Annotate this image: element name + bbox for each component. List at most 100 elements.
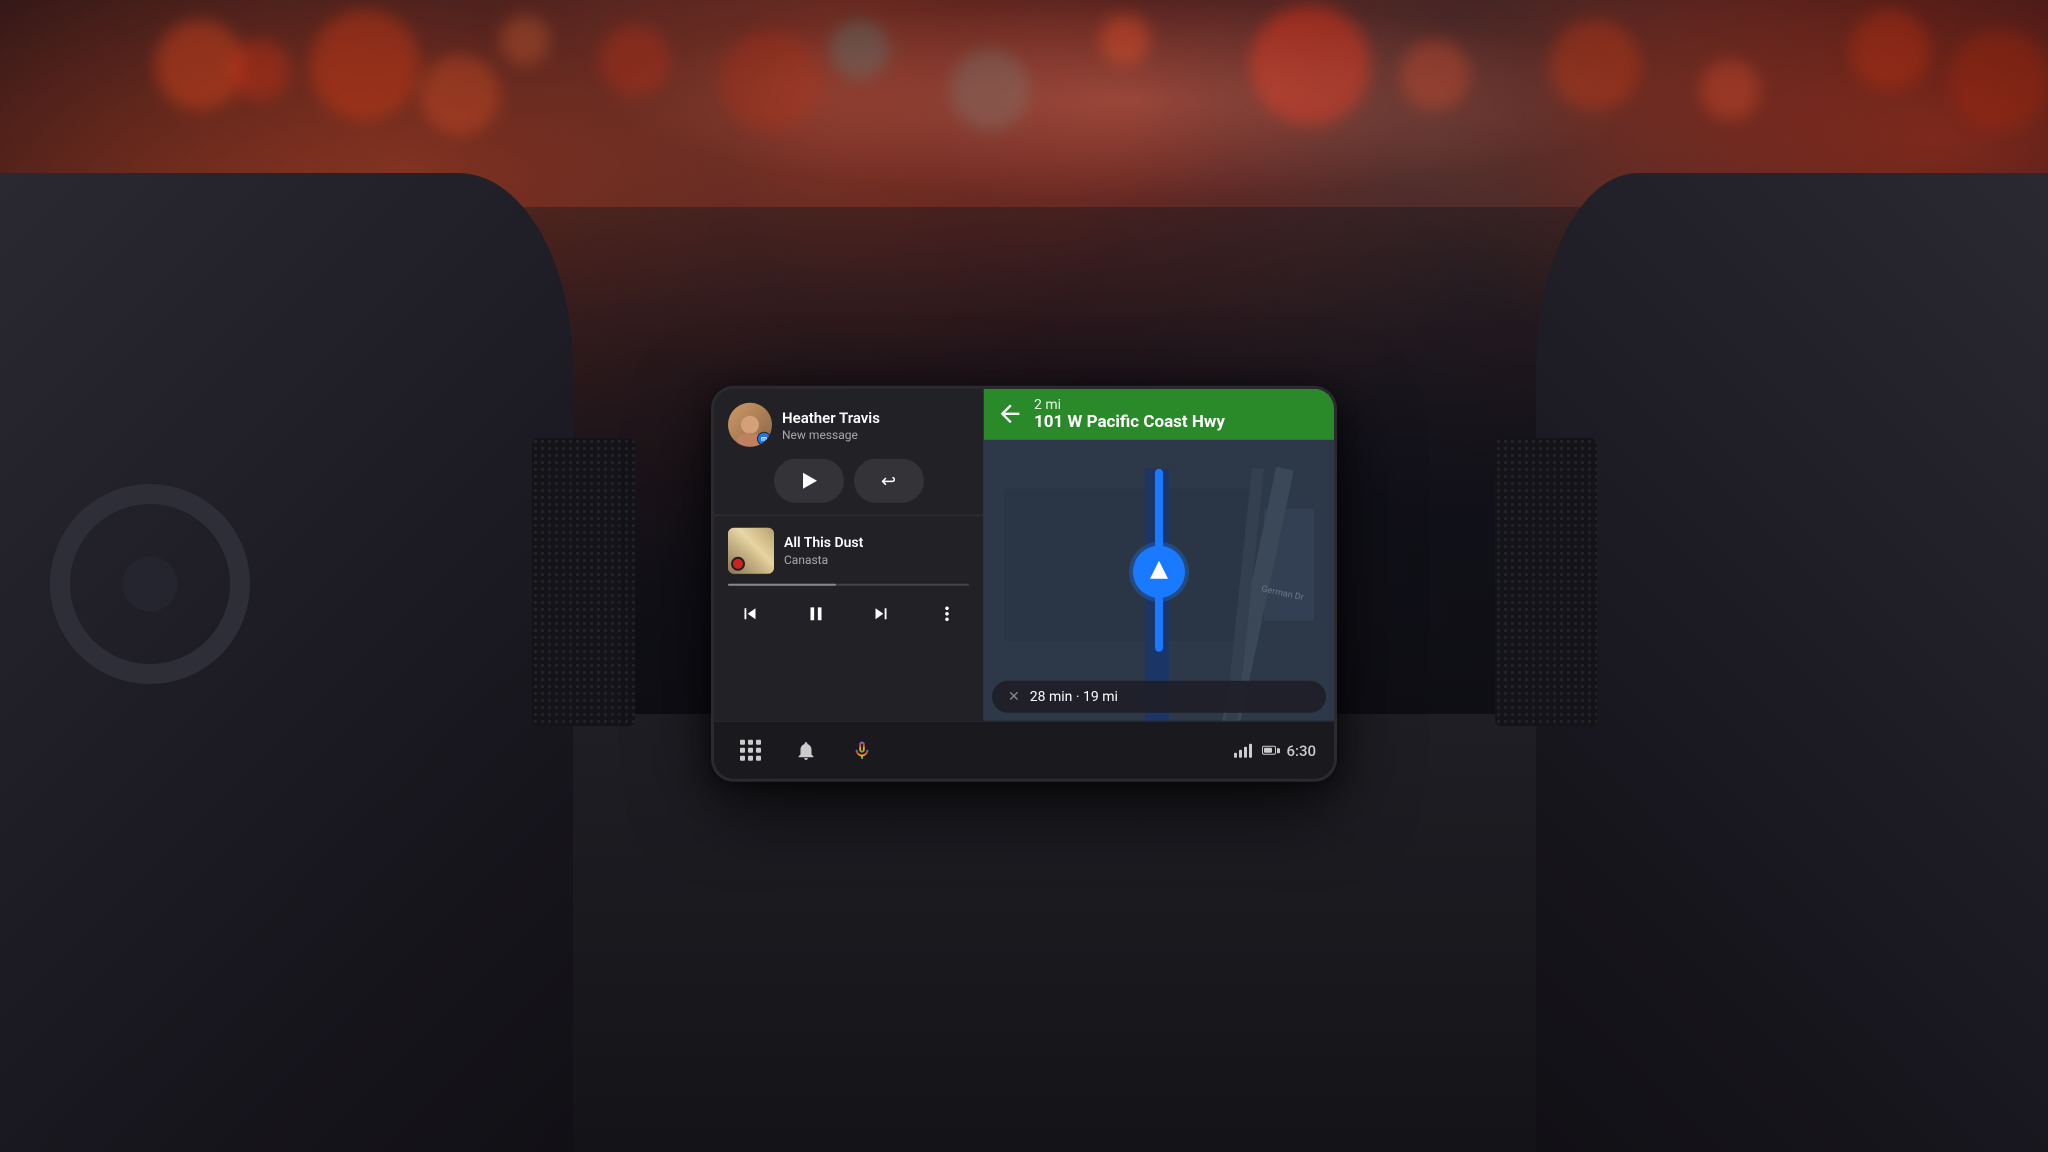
bokeh-16	[1950, 30, 2048, 130]
message-card: Heather Travis New message ↩	[714, 389, 983, 516]
skip-next-button[interactable]	[863, 596, 899, 632]
messenger-badge	[757, 432, 771, 446]
bokeh-7	[720, 30, 820, 130]
artist-name: Canasta	[784, 553, 969, 567]
taskbar-right: 6:30	[1234, 741, 1316, 759]
music-card: All This Dust Canasta	[714, 516, 983, 721]
reply-message-button[interactable]: ↩	[854, 459, 924, 503]
eta-distance: 19 mi	[1083, 689, 1118, 705]
bokeh-6	[600, 25, 670, 95]
notifications-button[interactable]	[788, 732, 824, 768]
eta-separator: ·	[1076, 689, 1083, 705]
more-options-icon	[936, 603, 958, 625]
android-auto-screen: Heather Travis New message ↩	[714, 389, 1334, 779]
bokeh-4	[420, 55, 500, 135]
skip-prev-button[interactable]	[732, 596, 768, 632]
eta-text: 28 min · 19 mi	[1030, 689, 1118, 705]
battery-fill	[1264, 748, 1272, 753]
speaker-dots-left	[532, 438, 634, 726]
signal-bar-2	[1239, 749, 1242, 757]
reply-icon: ↩	[881, 470, 896, 491]
contact-info: Heather Travis New message	[782, 408, 969, 441]
left-panel: Heather Travis New message ↩	[714, 389, 984, 721]
play-icon	[803, 473, 817, 489]
speaker-dots-right	[1495, 438, 1597, 726]
grid-dot	[740, 756, 745, 761]
screen-content: Heather Travis New message ↩	[714, 389, 1334, 779]
bokeh-14	[1700, 60, 1760, 120]
signal-bar-3	[1244, 746, 1247, 757]
left-interior	[0, 173, 573, 1152]
music-text: All This Dust Canasta	[784, 534, 969, 567]
bokeh-10	[1100, 15, 1150, 65]
skip-next-icon	[870, 603, 892, 625]
record-badge	[731, 557, 745, 571]
map-terrain	[1004, 489, 1254, 641]
speaker-right	[1495, 438, 1597, 726]
bokeh-12	[1400, 40, 1470, 110]
pause-icon	[805, 603, 827, 625]
pause-button[interactable]	[798, 596, 834, 632]
play-message-button[interactable]	[774, 459, 844, 503]
music-controls	[728, 596, 969, 632]
nav-street: 101 W Pacific Coast Hwy	[1034, 413, 1322, 432]
grid-dot	[748, 748, 753, 753]
nav-info: 2 mi 101 W Pacific Coast Hwy	[1034, 397, 1322, 432]
signal-bar-1	[1234, 752, 1237, 757]
grid-dot	[740, 748, 745, 753]
progress-bar[interactable]	[728, 584, 969, 586]
marker-arrow	[1150, 560, 1168, 578]
clock: 6:30	[1286, 741, 1316, 759]
taskbar: 6:30	[714, 721, 1334, 779]
grid-dot	[740, 740, 745, 745]
skip-prev-icon	[739, 603, 761, 625]
progress-fill	[728, 584, 836, 586]
message-actions: ↩	[728, 459, 969, 503]
bokeh-3	[310, 10, 420, 120]
navigation-header: 2 mi 101 W Pacific Coast Hwy	[984, 389, 1334, 440]
grid-dot	[748, 756, 753, 761]
more-options-button[interactable]	[929, 596, 965, 632]
battery-icon	[1262, 746, 1276, 755]
avatar	[728, 403, 772, 447]
eta-bar: ✕ 28 min · 19 mi	[992, 681, 1326, 713]
bell-icon	[795, 739, 817, 761]
marker-circle	[1133, 545, 1185, 597]
turn-arrow-icon	[996, 400, 1024, 428]
main-area: Heather Travis New message ↩	[714, 389, 1334, 721]
eta-time: 28 min	[1030, 689, 1073, 705]
contact-name: Heather Travis	[782, 408, 969, 426]
map-panel[interactable]: German Dr German Dr 2 mi 101 W Pacific C…	[984, 389, 1334, 721]
song-title: All This Dust	[784, 534, 969, 551]
mic-icon	[851, 739, 873, 761]
bokeh-15	[1850, 10, 1930, 90]
nav-distance: 2 mi	[1034, 397, 1322, 413]
turn-icon	[996, 400, 1024, 428]
apps-button[interactable]	[732, 732, 768, 768]
bokeh-5	[500, 15, 550, 65]
signal-icon	[1234, 743, 1252, 757]
grid-dot	[756, 748, 761, 753]
eta-close-button[interactable]: ✕	[1008, 689, 1020, 705]
signal-bar-4	[1249, 743, 1252, 757]
bokeh-11	[1250, 5, 1370, 125]
grid-dot	[756, 756, 761, 761]
steering-wheel	[50, 484, 250, 684]
steering-hub	[123, 556, 178, 611]
grid-dot	[756, 740, 761, 745]
bokeh-9	[950, 50, 1030, 130]
music-info-row: All This Dust Canasta	[728, 528, 969, 574]
nav-marker	[1133, 545, 1185, 597]
bokeh-13	[1550, 20, 1640, 110]
grid-dot	[748, 740, 753, 745]
taskbar-left	[732, 732, 1234, 768]
apps-grid-icon	[740, 740, 761, 761]
speaker-left	[532, 438, 634, 726]
contact-row: Heather Travis New message	[728, 403, 969, 447]
contact-subtitle: New message	[782, 427, 969, 441]
microphone-button[interactable]	[844, 732, 880, 768]
album-art	[728, 528, 774, 574]
right-interior	[1536, 173, 2048, 1152]
bokeh-8	[830, 20, 890, 80]
bokeh-2	[230, 40, 290, 100]
